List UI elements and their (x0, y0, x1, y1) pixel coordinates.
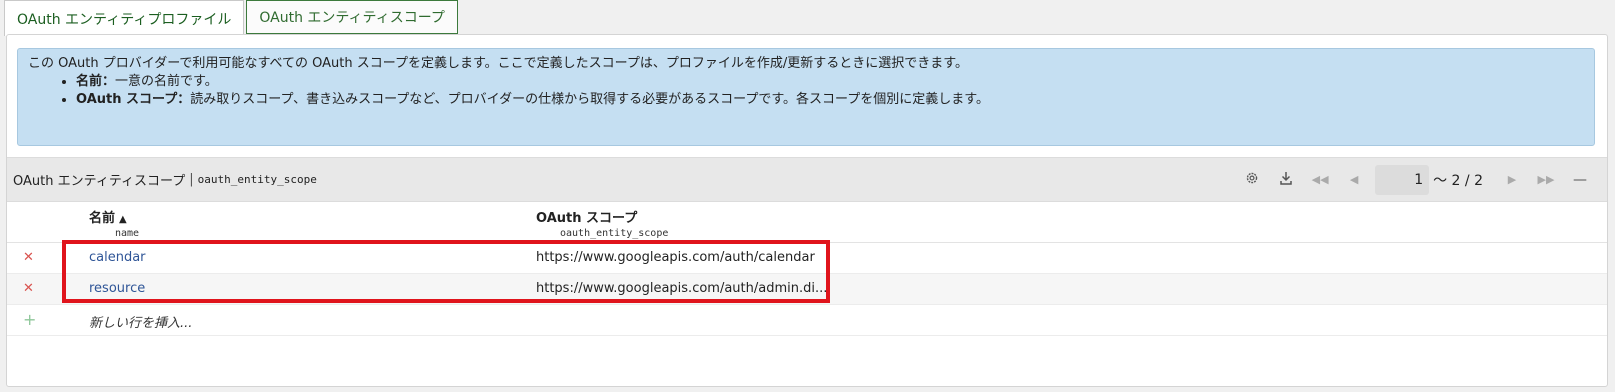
gear-icon[interactable] (1235, 171, 1269, 189)
column-header-name[interactable]: 名前 ▲ name (89, 207, 139, 239)
column-header-scope[interactable]: OAuth スコープ oauth_entity_scope (536, 207, 668, 239)
insert-new-row-link[interactable]: 新しい行を挿入... (89, 312, 192, 331)
delete-row-icon[interactable]: ✕ (23, 250, 34, 265)
next-page-icon[interactable]: ▶ (1495, 173, 1529, 186)
download-icon[interactable] (1269, 171, 1303, 189)
collapse-icon[interactable]: — (1563, 172, 1597, 188)
info-list: 名前：一意の名前です。 OAuth スコープ：読み取りスコープ、書き込みスコープ… (28, 73, 1584, 109)
table-header: 名前 ▲ name OAuth スコープ oauth_entity_scope (7, 203, 1607, 243)
page-range: ～ 2 / 2 (1433, 172, 1483, 189)
tab-oauth-entity-scope[interactable]: OAuth エンティティスコープ (246, 0, 458, 34)
info-intro: この OAuth プロバイダーで利用可能なすべての OAuth スコープを定義し… (28, 56, 968, 71)
table-row: ✕ resource https://www.googleapis.com/au… (7, 274, 1607, 305)
last-page-icon[interactable]: ▶▶ (1529, 173, 1563, 186)
prev-page-icon[interactable]: ◀ (1337, 173, 1371, 186)
table-row: ✕ calendar https://www.googleapis.com/au… (7, 243, 1607, 274)
info-box: この OAuth プロバイダーで利用可能なすべての OAuth スコープを定義し… (17, 48, 1595, 146)
info-item-name: 名前：一意の名前です。 (76, 73, 1584, 91)
first-page-icon[interactable]: ◀◀ (1303, 173, 1337, 186)
row-scope-value: https://www.googleapis.com/auth/admin.di… (536, 281, 828, 296)
title-separator: | (189, 172, 194, 187)
table-name: oauth_entity_scope (197, 173, 317, 186)
tab-oauth-entity-profile[interactable]: OAuth エンティティプロファイル (4, 0, 245, 36)
scope-table: 名前 ▲ name OAuth スコープ oauth_entity_scope ✕… (7, 203, 1607, 336)
delete-row-icon[interactable]: ✕ (23, 281, 34, 296)
content-panel: この OAuth プロバイダーで利用可能なすべての OAuth スコープを定義し… (6, 34, 1608, 387)
row-name-link[interactable]: calendar (89, 250, 146, 265)
list-toolbar: OAuth エンティティスコープ | oauth_entity_scope ◀◀… (7, 157, 1607, 202)
row-scope-value: https://www.googleapis.com/auth/calendar (536, 250, 815, 265)
list-title: OAuth エンティティスコープ (13, 174, 186, 189)
info-item-scope: OAuth スコープ：読み取りスコープ、書き込みスコープなど、プロバイダーの仕様… (76, 91, 1584, 109)
tab-bar: OAuth エンティティプロファイル OAuth エンティティスコープ (4, 0, 460, 36)
sort-ascending-icon: ▲ (119, 214, 127, 225)
toolbar-controls: ◀◀ ◀ 1 ～ 2 / 2 ▶ ▶▶ — (1235, 158, 1597, 201)
insert-row: + 新しい行を挿入... (7, 305, 1607, 336)
page-number-input[interactable]: 1 (1375, 164, 1430, 195)
add-row-icon[interactable]: + (23, 310, 36, 329)
row-name-link[interactable]: resource (89, 281, 145, 296)
